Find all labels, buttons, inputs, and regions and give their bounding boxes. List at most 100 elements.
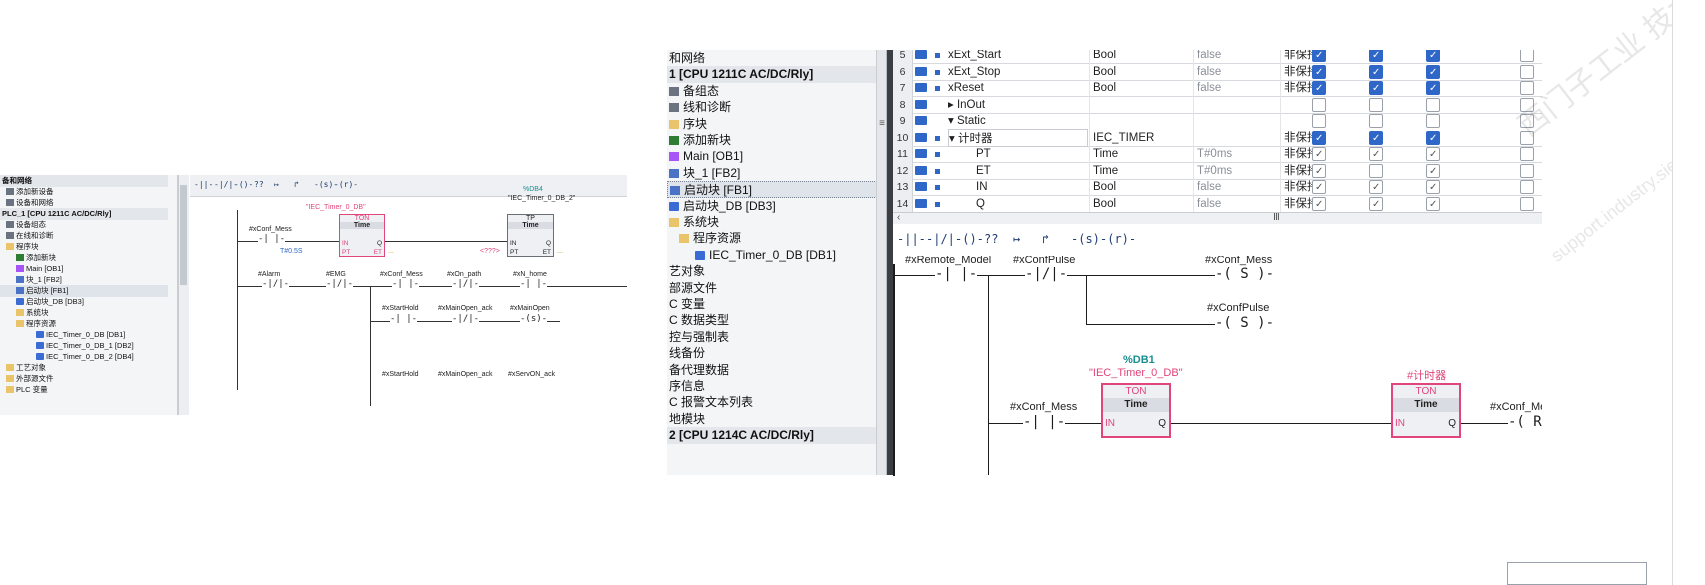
var-checkbox[interactable]	[1426, 97, 1440, 112]
var-checkbox[interactable]	[1520, 130, 1534, 145]
right-tree-item[interactable]: 程序资源	[667, 230, 876, 247]
var-checkbox[interactable]	[1426, 196, 1440, 211]
var-default[interactable]: false	[1193, 79, 1279, 97]
var-name[interactable]: xReset	[948, 79, 1088, 97]
var-checkbox[interactable]	[1369, 196, 1383, 211]
var-name[interactable]: xExt_Stop	[948, 63, 1088, 81]
left-n1-ton-box[interactable]: TON Time IN Q PT ET	[339, 214, 385, 257]
left-n1-no-contact[interactable]: -| |-	[258, 234, 286, 244]
var-checkbox[interactable]	[1520, 114, 1534, 128]
var-checkbox[interactable]	[1312, 114, 1326, 128]
var-checkbox[interactable]	[1520, 64, 1534, 79]
var-checkbox[interactable]	[1426, 163, 1440, 178]
var-type[interactable]	[1089, 112, 1192, 130]
right-tree-item[interactable]: 启动块_DB [DB3]	[667, 198, 876, 215]
var-checkbox[interactable]	[1312, 196, 1326, 211]
var-checkbox[interactable]	[1312, 50, 1326, 62]
right-n1-set-coil-2[interactable]: -( S )-	[1215, 315, 1275, 331]
right-tree-item[interactable]: 启动块 [FB1]	[667, 181, 876, 199]
left-n2-nc-contact-3[interactable]: -|/|-	[452, 279, 480, 289]
right-tree-item[interactable]: Main [OB1]	[667, 148, 876, 165]
var-name[interactable]: ET	[948, 162, 1088, 180]
var-checkbox[interactable]	[1312, 97, 1326, 112]
right-tree-item[interactable]: 线备份	[667, 345, 876, 362]
right-toolbar-btn-2[interactable]: -()-	[955, 232, 984, 246]
var-type[interactable]: Bool	[1089, 62, 1192, 81]
right-n2-ton2-box[interactable]: TON Time IN Q	[1391, 383, 1461, 438]
interface-row[interactable]: 11 PT Time T#0ms 非保持	[893, 145, 1542, 163]
scroll-left-icon[interactable]: ‹	[897, 212, 900, 223]
interface-row[interactable]: 8 ▸ InOut	[893, 95, 1542, 114]
interface-row[interactable]: 14 Q Bool false 非保持	[893, 194, 1542, 213]
var-default[interactable]: false	[1193, 178, 1279, 196]
var-default[interactable]	[1193, 112, 1279, 130]
right-tree-item[interactable]: 序信息	[667, 378, 876, 395]
var-type[interactable]: IEC_TIMER	[1089, 128, 1192, 147]
var-type[interactable]: Bool	[1089, 178, 1192, 196]
var-type[interactable]: Bool	[1089, 79, 1192, 97]
var-checkbox[interactable]	[1369, 180, 1383, 194]
left-tree-item[interactable]: PLC 变量	[0, 384, 168, 396]
var-type[interactable]: Time	[1089, 161, 1192, 180]
var-checkbox[interactable]	[1520, 163, 1534, 178]
right-panel-divider[interactable]	[877, 50, 887, 475]
var-checkbox[interactable]	[1312, 163, 1326, 178]
left-n2-b1-coil[interactable]: -(s)-	[520, 314, 548, 324]
divider-grip-icon[interactable]: ≡	[877, 118, 887, 132]
var-checkbox[interactable]	[1369, 147, 1383, 161]
right-n2-reset-coil[interactable]: -( R )-	[1508, 414, 1542, 430]
left-n1-tp-box[interactable]: TP Time IN Q PT ET	[507, 214, 554, 257]
right-tree-item[interactable]: 2 [CPU 1214C AC/DC/Rly]	[667, 427, 876, 445]
right-tree-item[interactable]: C 变量	[667, 296, 876, 313]
interface-row[interactable]: 13 IN Bool false 非保持	[893, 178, 1542, 196]
var-checkbox[interactable]	[1312, 81, 1326, 95]
var-checkbox[interactable]	[1520, 196, 1534, 211]
left-n2-b1-contact-0[interactable]: -| |-	[390, 314, 418, 324]
left-n2-nc-contact-1[interactable]: -|/|-	[326, 279, 354, 289]
right-n2-no-contact[interactable]: -| |-	[1023, 414, 1066, 430]
left-n2-no-contact-4[interactable]: -| |-	[520, 279, 548, 289]
var-name[interactable]: ▸ InOut	[948, 96, 1088, 114]
right-tree-item[interactable]: 和网络	[667, 50, 876, 67]
right-n1-set-coil-1[interactable]: -( S )-	[1215, 266, 1275, 282]
var-checkbox[interactable]	[1426, 50, 1440, 62]
var-checkbox[interactable]	[1520, 97, 1534, 112]
left-toolbar-btn-0[interactable]: -||-	[194, 180, 213, 189]
var-checkbox[interactable]	[1369, 81, 1383, 95]
left-toolbar-btn-5[interactable]: ↱	[294, 180, 299, 189]
var-checkbox[interactable]	[1312, 64, 1326, 79]
interface-row[interactable]: 7 xReset Bool false 非保持	[893, 79, 1542, 97]
var-checkbox[interactable]	[1369, 97, 1383, 112]
var-name[interactable]: Q	[948, 195, 1088, 213]
right-n1-no-contact[interactable]: -| |-	[935, 266, 978, 282]
var-default[interactable]	[1193, 128, 1279, 147]
interface-row[interactable]: 6 xExt_Stop Bool false 非保持	[893, 62, 1542, 81]
var-default[interactable]: T#0ms	[1193, 145, 1279, 163]
left-toolbar-btn-4[interactable]: ↦	[274, 180, 279, 189]
var-checkbox[interactable]	[1312, 147, 1326, 161]
var-checkbox[interactable]	[1312, 180, 1326, 194]
split-handle-icon[interactable]: Ⅲ	[1273, 212, 1280, 223]
var-checkbox[interactable]	[1426, 64, 1440, 79]
right-tree-item[interactable]: 1 [CPU 1211C AC/DC/Rly]	[667, 66, 876, 84]
interface-row[interactable]: 10 ▾ 计时器 IEC_TIMER 非保持	[893, 128, 1542, 147]
left-tree-scrollbar-thumb[interactable]	[180, 185, 187, 285]
var-name[interactable]: ▾ Static	[948, 112, 1088, 130]
left-n2-no-contact-2[interactable]: -| |-	[392, 279, 420, 289]
var-checkbox[interactable]	[1369, 130, 1383, 145]
var-checkbox[interactable]	[1369, 163, 1383, 178]
var-name[interactable]: PT	[948, 145, 1088, 163]
var-checkbox[interactable]	[1520, 147, 1534, 161]
right-tree-item[interactable]: 序块	[667, 116, 876, 133]
right-tree-item[interactable]: 艺对象	[667, 263, 876, 280]
right-tree-item[interactable]: 线和诊断	[667, 99, 876, 116]
right-tree-item[interactable]: 系统块	[667, 214, 876, 231]
var-checkbox[interactable]	[1520, 81, 1534, 95]
var-default[interactable]	[1193, 95, 1279, 114]
interface-row[interactable]: 9 ▾ Static	[893, 112, 1542, 130]
var-checkbox[interactable]	[1312, 130, 1326, 145]
left-toolbar-btn-2[interactable]: -()-	[234, 180, 253, 189]
var-checkbox[interactable]	[1426, 147, 1440, 161]
var-type[interactable]: Time	[1089, 145, 1192, 163]
left-toolbar-btn-7[interactable]: -(r)-	[334, 180, 358, 189]
